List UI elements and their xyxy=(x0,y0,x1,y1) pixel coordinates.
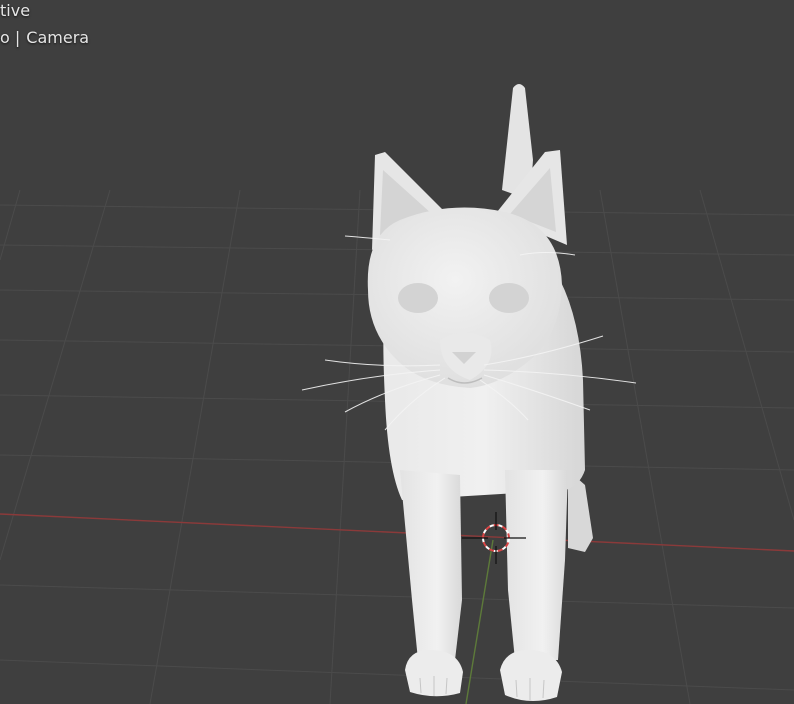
cat-front-leg-right xyxy=(505,470,568,660)
3d-viewport[interactable]: tive o | Camera xyxy=(0,0,794,704)
cat-paw-right xyxy=(500,650,562,702)
cat-eye-right xyxy=(489,283,529,313)
viewport-scene[interactable] xyxy=(0,0,794,704)
cat-eye-left xyxy=(398,283,438,313)
